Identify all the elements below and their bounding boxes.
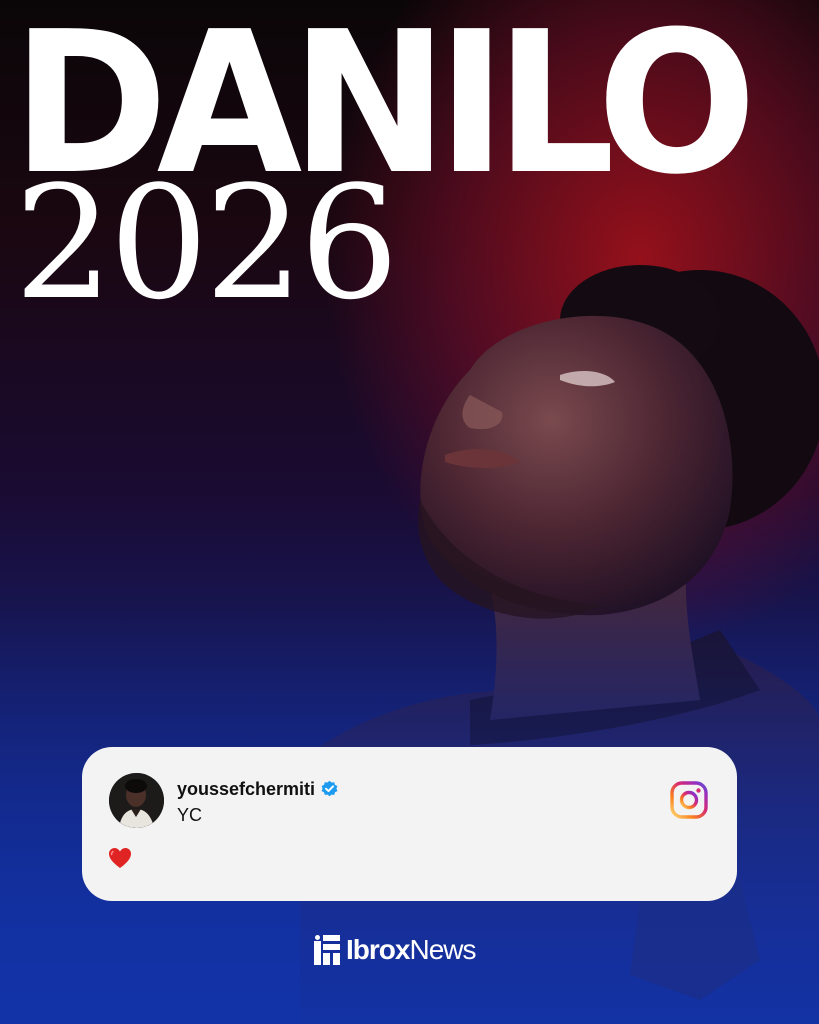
username[interactable]: youssefchermiti (177, 779, 315, 800)
brand-name-part1: Ibrox (346, 934, 410, 965)
heart-icon (109, 848, 131, 868)
brand-name: IbroxNews (346, 934, 476, 966)
username-row: youssefchermiti (177, 779, 339, 800)
instagram-icon[interactable] (669, 780, 709, 820)
avatar[interactable] (109, 773, 164, 828)
headline-year: 2026 (14, 152, 399, 334)
instagram-post-card[interactable]: youssefchermiti YC ❤️ (82, 747, 737, 901)
post-caption: YC (177, 805, 203, 825)
ibrox-news-logo: IbroxNews (314, 934, 476, 966)
avatar-image (109, 773, 164, 828)
verified-badge-icon (321, 780, 338, 797)
comment-heart: ❤️ (108, 847, 132, 873)
poster: DANILO 2026 youssefchermiti YC IbroxNews (0, 0, 819, 1024)
ibrox-news-mark-icon (314, 935, 340, 965)
brand-name-part2: News (409, 934, 476, 965)
